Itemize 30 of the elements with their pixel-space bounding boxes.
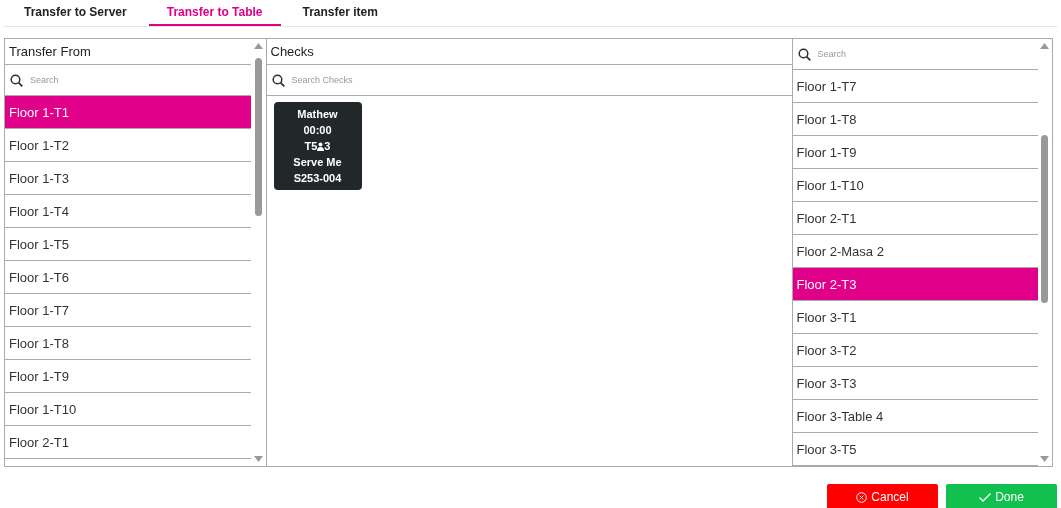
search-icon (271, 73, 285, 87)
scroll-down-arrow-icon[interactable] (1040, 456, 1049, 462)
check-time: 00:00 (303, 123, 332, 138)
scrollbar-thumb[interactable] (1041, 135, 1048, 303)
table-number: T5 (304, 139, 318, 154)
check-number: S253-004 (293, 171, 342, 186)
tab[interactable]: Transfer item (284, 0, 396, 26)
panel-title: Transfer From (5, 39, 251, 65)
cancel-button[interactable]: Cancel (827, 484, 938, 508)
checkmark-icon (979, 492, 992, 502)
tab[interactable]: Transfer to Table (148, 0, 281, 26)
scroll-up-arrow-icon[interactable] (253, 43, 263, 49)
table-list-item[interactable]: Floor 1-T1 (5, 96, 251, 129)
check-card[interactable]: Mathew 00:00 T5 3 Serve Me S253-004 (273, 102, 362, 190)
guest-count: 3 (324, 139, 331, 154)
panel-title: Checks (266, 39, 792, 65)
search-field[interactable]: Search Checks (289, 74, 474, 86)
scroll-down-arrow-icon[interactable] (253, 456, 263, 462)
search-field[interactable]: Search (28, 74, 212, 86)
person-icon (317, 141, 325, 151)
table-list-item[interactable]: Floor 2-T3 (792, 268, 1038, 301)
search-icon (10, 73, 23, 87)
scrollbar-thumb[interactable] (254, 58, 262, 216)
search-icon (797, 47, 811, 61)
check-status: Serve Me (293, 155, 342, 170)
close-icon (856, 491, 868, 503)
server-name: Mathew (297, 107, 338, 122)
tab[interactable]: Transfer to Server (6, 0, 145, 26)
scroll-up-arrow-icon[interactable] (1040, 43, 1049, 49)
search-field[interactable]: Search (815, 48, 1000, 60)
